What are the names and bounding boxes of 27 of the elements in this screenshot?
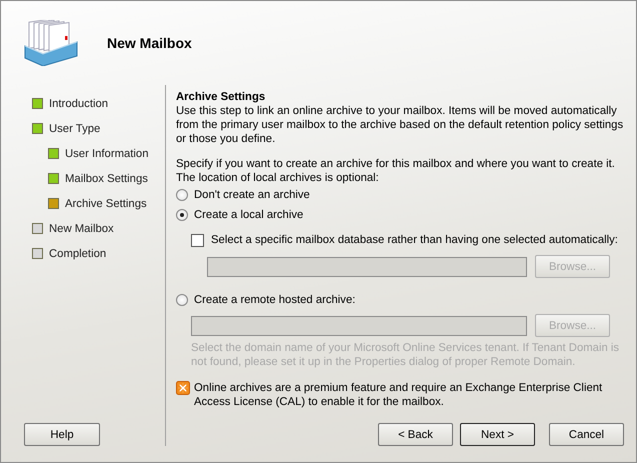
section-title: Archive Settings — [176, 91, 266, 103]
step-label: Archive Settings — [65, 198, 147, 210]
checkbox-label[interactable]: Select a specific mailbox database rather than having one selected automatically: — [211, 234, 618, 246]
info-text: Online archives are a premium feature and require an Exchange Enterprise Client Access License (CAL) to enable it for the mailbox. — [194, 381, 604, 409]
wizard-button[interactable]: < Back — [378, 423, 453, 446]
step-label: Mailbox Settings — [65, 172, 148, 184]
prompt-text: Specify if you want to create an archive for this mailbox and where you want to create it. The location of local archives is optional: — [176, 157, 616, 185]
step-label: New Mailbox — [49, 222, 114, 234]
hint-text: Select the domain name of your Microsoft Online Services tenant. If Tenant Domain is not found, please set it up in the Properties dialog of proper Remote Domain. — [191, 341, 620, 369]
checkbox[interactable] — [191, 234, 204, 246]
radio-label[interactable]: Create a local archive — [194, 209, 304, 221]
step-label: Completion — [49, 248, 106, 260]
step-label: User Information — [65, 148, 149, 160]
help-button[interactable]: Help — [24, 423, 100, 446]
radio-label[interactable]: Don't create an archive — [194, 189, 310, 201]
radio-button[interactable] — [176, 294, 188, 306]
radio-label[interactable]: Create a remote hosted archive: — [194, 294, 356, 306]
step-label: User Type — [49, 122, 100, 134]
radio-button[interactable] — [176, 209, 188, 221]
wizard-title: New Mailbox — [107, 35, 192, 51]
radio-button[interactable] — [176, 189, 188, 201]
step-label: Introduction — [49, 98, 108, 110]
wizard-button[interactable]: Cancel — [549, 423, 624, 446]
intro-text: Use this step to link an online archive to your mailbox. Items will be moved automatically from the primary user mailbox to the archive based on the default retention policy settings or those you define. — [176, 104, 624, 146]
wizard-button[interactable]: Next > — [460, 423, 535, 446]
exchange-logo-icon — [176, 381, 190, 395]
mailbox-tray-icon — [23, 20, 79, 66]
